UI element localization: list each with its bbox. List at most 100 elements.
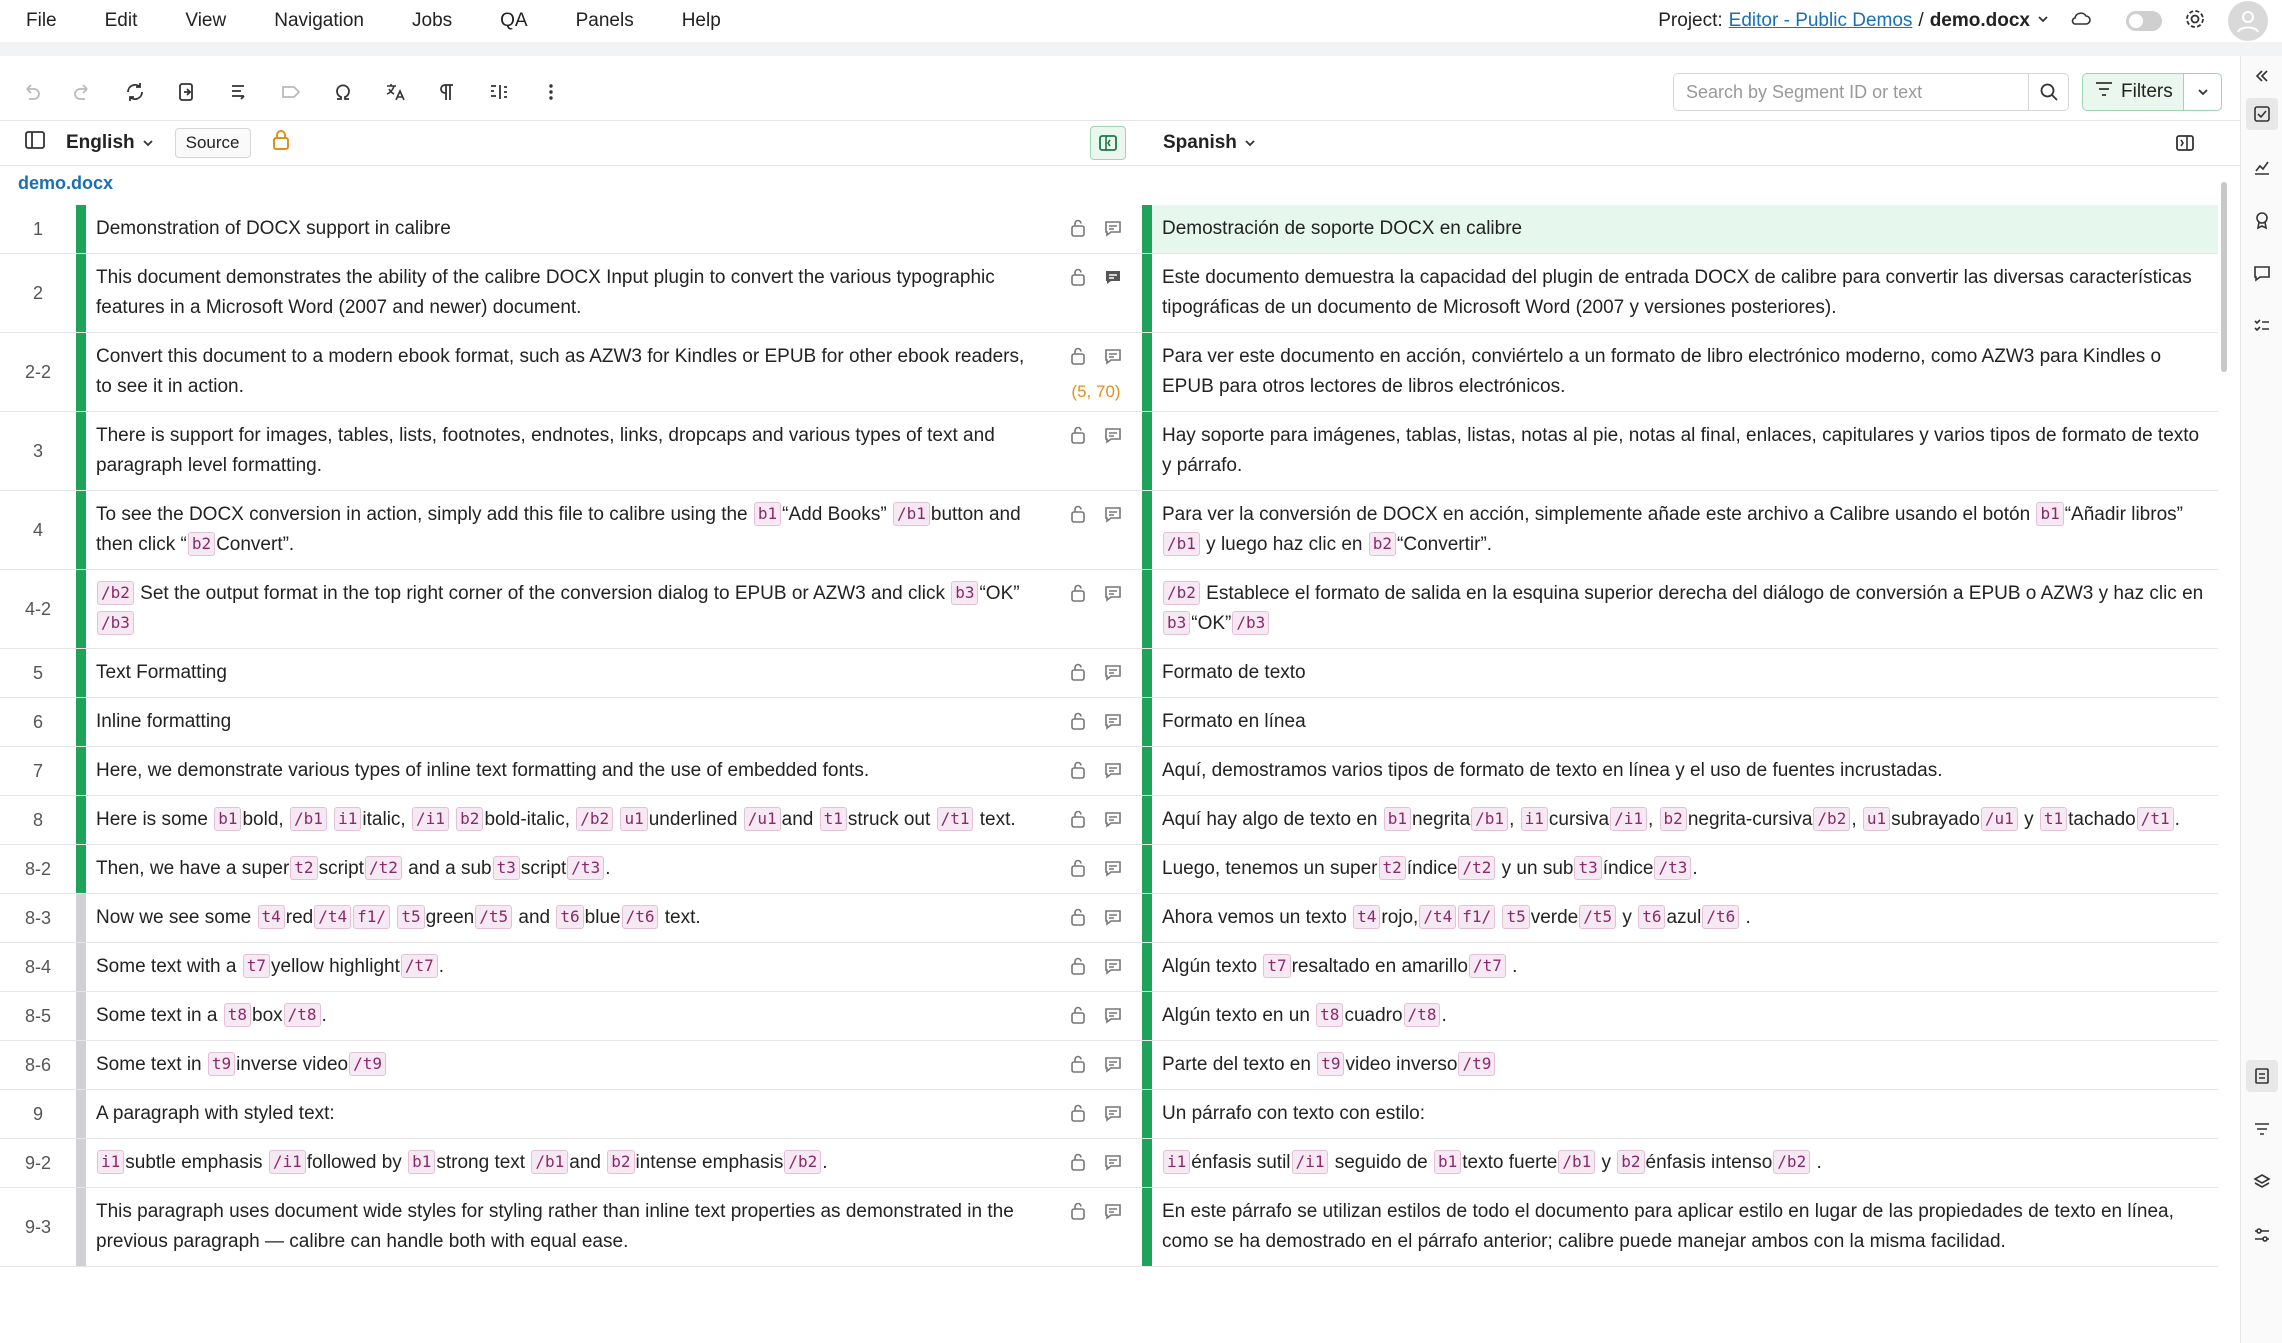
segment-row[interactable]: 8 Here is some b1 bold, /b1 i1 italic, /i1 … [0,796,2218,845]
lock-icon[interactable] [1069,1005,1087,1030]
inline-tag[interactable]: t1 [819,807,847,831]
inline-tag[interactable]: b3 [1163,611,1191,635]
segment-row[interactable]: 2 This document demonstrates the ability … [0,254,2218,333]
inline-tag[interactable]: /i1 [1610,807,1647,831]
source-button[interactable]: Source [174,128,251,158]
menu-item-help[interactable]: Help [658,10,745,32]
inline-tag[interactable]: /b2 [576,807,614,831]
lock-icon[interactable] [1069,1201,1087,1226]
chevron-down-icon[interactable] [2036,10,2050,32]
lock-icon[interactable] [1069,956,1087,981]
inline-tag[interactable]: /i1 [411,807,449,831]
inline-tag[interactable]: t9 [207,1052,236,1076]
comment-icon[interactable] [1103,1103,1123,1128]
collapse-icon[interactable] [2246,60,2278,92]
lock-icon[interactable] [1069,711,1087,736]
copy-source-icon[interactable] [172,77,202,107]
target-text[interactable]: Demostración de soporte DOCX en calibre [1152,205,2218,253]
target-text[interactable]: Aquí, demostramos varios tipos de format… [1152,747,2218,795]
inline-tag[interactable]: t2 [290,856,318,880]
comment-icon[interactable] [1103,711,1123,736]
comment-icon[interactable] [1103,1152,1123,1177]
inline-tag[interactable]: b1 [1383,807,1412,831]
segment-row[interactable]: 8-3 Now we see some t4 red/t4 f1/ t5 green/t… [0,894,2218,943]
menu-item-view[interactable]: View [161,10,250,32]
pilcrow-icon[interactable] [432,77,462,107]
inline-tag[interactable]: /b2 [97,581,134,605]
inline-tag[interactable]: b1 [2036,502,2064,526]
inline-tag[interactable]: /b3 [97,611,134,635]
inline-tag[interactable]: /t9 [1458,1052,1496,1076]
inline-tag[interactable]: b1 [214,807,242,831]
menu-item-navigation[interactable]: Navigation [250,10,388,32]
segment-row[interactable]: 4 To see the DOCX conversion in action, s… [0,491,2218,570]
inline-tag[interactable]: /t5 [475,905,513,929]
gear-icon[interactable] [2184,8,2206,35]
merge-icon[interactable] [224,77,254,107]
inline-tag[interactable]: /t5 [1579,905,1617,929]
inline-tag[interactable]: /t9 [349,1052,387,1076]
lock-icon[interactable] [1069,1103,1087,1128]
inline-tag[interactable]: /t6 [1702,905,1740,929]
lock-icon[interactable] [1069,809,1087,834]
segment-row[interactable]: 9-3 This paragraph uses document wide sty… [0,1188,2218,1267]
inline-tag[interactable]: /b1 [1163,532,1200,556]
target-text[interactable]: /b2 Establece el formato de salida en la… [1152,570,2218,648]
inline-tag[interactable]: /t7 [1468,954,1506,978]
lock-icon[interactable] [1069,760,1087,785]
inline-tag[interactable]: /b1 [531,1150,569,1174]
inline-tag[interactable]: b3 [951,581,979,605]
source-language-select[interactable]: English [66,132,155,154]
tag-icon[interactable] [276,77,306,107]
inline-tag[interactable]: i1 [1520,807,1548,831]
inline-tag[interactable]: /t6 [621,905,659,929]
more-vertical-icon[interactable] [536,77,566,107]
comment-icon[interactable] [1103,956,1123,981]
target-text[interactable]: i1 énfasis sutil/i1 seguido de b1 texto fu… [1152,1139,2218,1187]
translate-icon[interactable] [380,77,410,107]
inline-tag[interactable]: /b2 [1773,1150,1811,1174]
lock-icon[interactable] [1069,504,1087,529]
segment-row[interactable]: 2-2 Convert this document to a modern ebo… [0,333,2218,412]
inline-tag[interactable]: /u1 [1980,807,2018,831]
inline-tag[interactable]: /b1 [1558,1150,1596,1174]
avatar[interactable] [2228,1,2268,41]
inline-tag[interactable]: f1/ [353,905,391,929]
lock-icon[interactable] [1069,1054,1087,1079]
inline-tag[interactable]: /t2 [1458,856,1496,880]
segment-row[interactable]: 5 Text Formatting Formato de texto [0,649,2218,698]
inline-tag[interactable]: b2 [1368,532,1397,556]
inline-tag[interactable]: t4 [1353,905,1381,929]
menu-item-qa[interactable]: QA [476,10,551,32]
lock-icon[interactable] [1069,858,1087,883]
inline-tag[interactable]: b1 [1433,1150,1462,1174]
theme-toggle[interactable] [2126,11,2162,31]
segment-row[interactable]: 8-2 Then, we have a super t2 script/t2 and … [0,845,2218,894]
comment-icon[interactable] [1103,1201,1123,1226]
inline-tag[interactable]: /b2 [1163,581,1200,605]
inline-tag[interactable]: t8 [1316,1003,1344,1027]
inline-tag[interactable]: u1 [620,807,648,831]
inline-tag[interactable]: /t8 [283,1003,321,1027]
lock-icon[interactable] [1069,267,1087,292]
inline-tag[interactable]: t2 [1378,856,1406,880]
lock-icon[interactable] [1069,662,1087,687]
segment-row[interactable]: 1 Demonstration of DOCX support in calibr… [0,205,2218,254]
dictionary-icon[interactable] [2246,1060,2278,1092]
lock-icon[interactable] [1069,907,1087,932]
comment-icon[interactable] [1103,504,1123,529]
inline-tag[interactable]: /b2 [784,1150,822,1174]
inline-tag[interactable]: t4 [257,905,285,929]
sliders-icon[interactable] [2246,1219,2278,1251]
comment-icon[interactable] [1103,218,1123,243]
comments-icon[interactable] [2246,257,2278,289]
inline-tag[interactable]: /t4 [314,905,352,929]
inline-tag[interactable]: /t2 [364,856,402,880]
inline-tag[interactable]: t7 [1263,954,1291,978]
inline-tag[interactable]: /t7 [400,954,438,978]
filter-list-icon[interactable] [2246,1113,2278,1145]
menu-item-edit[interactable]: Edit [81,10,162,32]
inline-tag[interactable]: /b1 [1471,807,1509,831]
inline-tag[interactable]: b2 [456,807,484,831]
inline-tag[interactable]: t5 [397,905,425,929]
